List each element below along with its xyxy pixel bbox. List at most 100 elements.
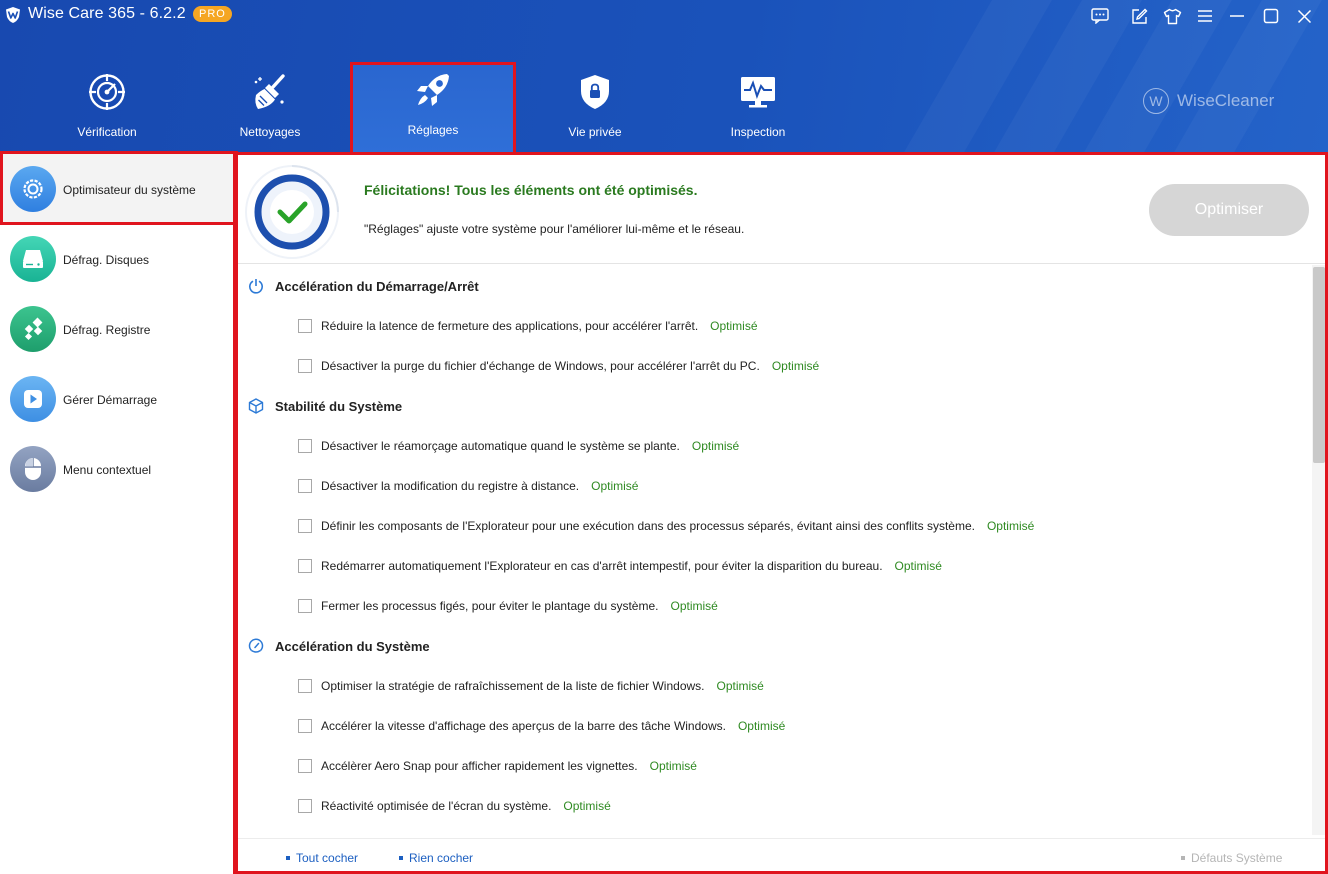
main-panel: Félicitations! Tous les éléments ont été…: [236, 154, 1328, 874]
sidebar-item-label: Optimisateur du système: [63, 183, 196, 197]
item-checkbox[interactable]: [298, 719, 312, 733]
menu-icon[interactable]: [1194, 6, 1216, 26]
brand-name: WiseCleaner: [1177, 91, 1275, 110]
status-badge: Optimisé: [894, 559, 942, 573]
status-badge: Optimisé: [591, 479, 639, 493]
list-item: Réduire la latence de fermeture des appl…: [298, 316, 758, 336]
status-badge: Optimisé: [563, 799, 611, 813]
item-label: Désactiver la modification du registre à…: [321, 479, 580, 493]
brand-w-icon: W: [1143, 88, 1169, 114]
broom-icon: [254, 74, 285, 109]
check-icon: [245, 165, 339, 259]
sidebar-item-menu-contextuel[interactable]: Menu contextuel: [0, 434, 236, 504]
item-label: Redémarrer automatiquement l'Explorateur…: [321, 559, 883, 573]
check-all-link[interactable]: Tout cocher: [286, 851, 358, 865]
tab-label: Inspection: [730, 125, 786, 139]
item-checkbox[interactable]: [298, 359, 312, 373]
item-checkbox[interactable]: [298, 599, 312, 613]
tab-nettoyages[interactable]: Nettoyages: [189, 64, 351, 154]
mouse-icon: [10, 446, 56, 492]
check-none-link[interactable]: Rien cocher: [399, 851, 473, 865]
tab-verification[interactable]: Vérification: [26, 64, 188, 154]
list-item: Définir les composants de l'Explorateur …: [298, 516, 1034, 536]
bullet-icon: [399, 856, 403, 860]
sidebar-item-label: Menu contextuel: [63, 463, 152, 477]
item-checkbox[interactable]: [298, 759, 312, 773]
item-checkbox[interactable]: [298, 439, 312, 453]
app-logo-icon: [6, 7, 20, 23]
section-title-text: Accélération du Démarrage/Arrêt: [275, 278, 479, 294]
status-badge: Optimisé: [737, 719, 786, 733]
maximize-icon[interactable]: [1260, 6, 1282, 26]
cube-icon: [248, 398, 264, 414]
minimize-icon[interactable]: [1226, 6, 1248, 26]
status-badge: Optimisé: [710, 319, 758, 333]
registry-icon: [10, 306, 56, 352]
item-label: Définir les composants de l'Explorateur …: [321, 519, 975, 533]
play-icon: [10, 376, 56, 422]
sidebar-item-optimisateur[interactable]: Optimisateur du système: [0, 154, 236, 224]
feedback-icon[interactable]: [1089, 6, 1111, 26]
monitor-pulse-icon: [741, 77, 775, 108]
skin-icon[interactable]: [1161, 6, 1183, 26]
sidebar-item-defrag-disques[interactable]: Défrag. Disques: [0, 224, 236, 294]
item-label: Accélérer la vitesse d'affichage des ape…: [321, 719, 726, 733]
list-item: Optimiser la stratégie de rafraîchisseme…: [298, 676, 764, 696]
edit-icon[interactable]: [1128, 6, 1150, 26]
close-icon[interactable]: [1293, 6, 1315, 26]
optimize-button[interactable]: Optimiser: [1149, 184, 1309, 236]
app-title: Wise Care 365 - 6.2.2: [28, 5, 186, 22]
gear-icon: [10, 166, 56, 212]
optimization-list: Accélération du Démarrage/Arrêt Réduire …: [236, 265, 1328, 835]
tab-inspection[interactable]: Inspection: [677, 64, 839, 154]
list-item: Désactiver le réamorçage automatique qua…: [298, 436, 739, 456]
item-label: Optimiser la stratégie de rafraîchisseme…: [321, 679, 705, 693]
status-badge: Optimisé: [670, 599, 718, 613]
sidebar-item-label: Gérer Démarrage: [63, 393, 158, 407]
sidebar-item-defrag-registre[interactable]: Défrag. Registre: [0, 294, 236, 364]
speedometer-icon: [248, 638, 264, 653]
section-title-text: Accélération du Système: [275, 638, 430, 654]
scrollbar[interactable]: [1312, 265, 1326, 835]
system-defaults-label: Défauts Système: [1191, 851, 1283, 865]
system-defaults-link[interactable]: Défauts Système: [1181, 851, 1282, 865]
list-item: Fermer les processus figés, pour éviter …: [298, 596, 718, 616]
rocket-icon: [417, 74, 449, 106]
bullet-icon: [1181, 856, 1185, 860]
sidebar-item-gerer-demarrage[interactable]: Gérer Démarrage: [0, 364, 236, 434]
check-all-label: Tout cocher: [296, 851, 359, 865]
bullet-icon: [286, 856, 290, 860]
tab-reglages[interactable]: Réglages: [350, 62, 516, 154]
tab-label: Nettoyages: [239, 125, 301, 139]
item-checkbox[interactable]: [298, 319, 312, 333]
section-title-text: Stabilité du Système: [275, 398, 403, 414]
list-item: Désactiver la purge du fichier d'échange…: [298, 356, 819, 376]
section-system-stability: Stabilité du Système: [248, 396, 402, 416]
title-bar[interactable]: Wise Care 365 - 6.2.2 PRO: [0, 0, 1328, 32]
sidebar-item-label: Défrag. Disques: [63, 253, 150, 267]
scrollbar-thumb[interactable]: [1313, 267, 1325, 463]
pro-badge: PRO: [193, 6, 232, 22]
item-checkbox[interactable]: [298, 559, 312, 573]
item-label: Réduire la latence de fermeture des appl…: [321, 319, 699, 333]
status-banner: Félicitations! Tous les éléments ont été…: [236, 154, 1328, 264]
item-checkbox[interactable]: [298, 479, 312, 493]
banner-subtitle: "Réglages" ajuste votre système pour l'a…: [364, 222, 745, 236]
item-checkbox[interactable]: [298, 799, 312, 813]
banner-title: Félicitations! Tous les éléments ont été…: [364, 182, 698, 198]
check-none-label: Rien cocher: [409, 851, 474, 865]
item-checkbox[interactable]: [298, 519, 312, 533]
list-item: Redémarrer automatiquement l'Explorateur…: [298, 556, 942, 576]
radar-icon: [89, 74, 125, 110]
brand-logo: W WiseCleaner: [1143, 87, 1274, 115]
item-checkbox[interactable]: [298, 679, 312, 693]
app-header: Wise Care 365 - 6.2.2 PRO Vérification N…: [0, 0, 1328, 154]
item-label: Fermer les processus figés, pour éviter …: [321, 599, 659, 613]
list-item: Désactiver la modification du registre à…: [298, 476, 638, 496]
power-icon: [249, 279, 263, 294]
list-item: Accélérer la vitesse d'affichage des ape…: [298, 716, 785, 736]
tab-vie-privee[interactable]: Vie privée: [514, 64, 676, 154]
status-badge: Optimisé: [691, 439, 740, 453]
item-label: Désactiver la purge du fichier d'échange…: [321, 359, 760, 373]
list-item: Accélèrer Aero Snap pour afficher rapide…: [298, 756, 697, 776]
